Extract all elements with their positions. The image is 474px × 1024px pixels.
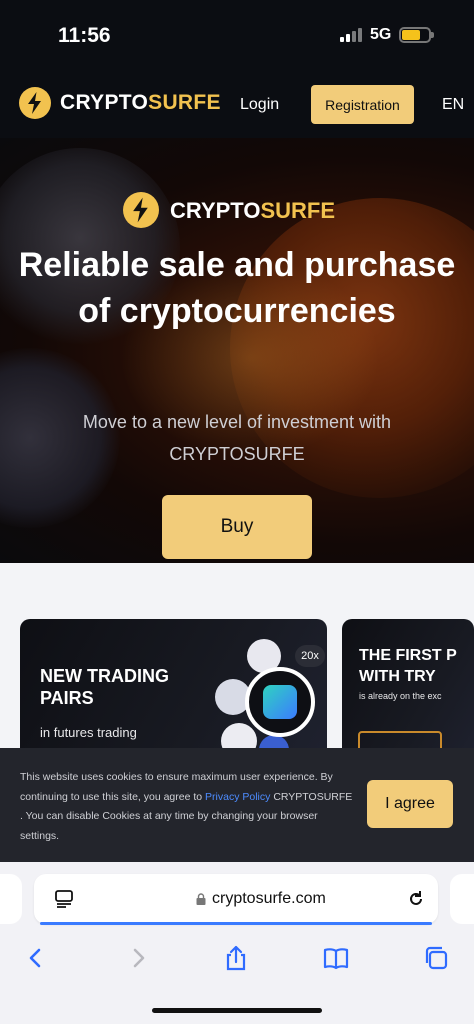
brand-part2: SURFE xyxy=(148,91,221,114)
hero-title: Reliable sale and purchase of cryptocurr… xyxy=(18,246,456,330)
leverage-badge: 20x xyxy=(295,645,325,667)
battery-icon xyxy=(399,27,434,43)
browser-toolbar: cryptosurfe.com xyxy=(0,862,474,1024)
status-bar: 11:56 5G xyxy=(0,0,474,70)
featured-token-icon xyxy=(245,667,315,737)
signal-icon xyxy=(340,28,362,42)
buy-button[interactable]: Buy xyxy=(162,495,312,559)
promo-subtitle: is already on the exc xyxy=(359,691,442,701)
registration-button[interactable]: Registration xyxy=(311,85,414,124)
brand-logo-text[interactable]: CRYPTOSURFE xyxy=(60,91,221,115)
cookie-banner: This website uses cookies to ensure maxi… xyxy=(0,748,474,862)
logo-icon[interactable] xyxy=(19,87,51,119)
lock-icon xyxy=(196,893,206,905)
share-icon[interactable] xyxy=(222,944,250,972)
tabs-icon[interactable] xyxy=(422,944,450,972)
forward-icon[interactable] xyxy=(124,944,152,972)
promo-title: NEW TRADING PAIRS xyxy=(40,666,169,708)
promo-title: THE FIRST P WITH TRY xyxy=(359,647,457,685)
previous-tab-peek[interactable] xyxy=(0,874,22,924)
agree-button[interactable]: I agree xyxy=(367,780,453,828)
home-indicator xyxy=(152,1008,322,1013)
address-bar[interactable]: cryptosurfe.com xyxy=(34,874,438,924)
promo-subtitle: in futures trading xyxy=(40,725,137,740)
language-selector[interactable]: EN xyxy=(442,96,464,114)
reader-mode-icon[interactable] xyxy=(54,889,74,909)
bookmarks-icon[interactable] xyxy=(322,944,350,972)
reload-icon[interactable] xyxy=(406,889,426,909)
hero-subtitle: Move to a new level of investment with C… xyxy=(82,412,392,464)
status-time: 11:56 xyxy=(58,24,111,47)
cookie-text: This website uses cookies to ensure maxi… xyxy=(20,768,358,846)
hero-logo-icon xyxy=(123,192,159,228)
hero-brand-part2: SURFE xyxy=(260,198,336,223)
network-label: 5G xyxy=(370,26,392,43)
login-link[interactable]: Login xyxy=(240,96,279,114)
hero-brand-text: CRYPTOSURFE xyxy=(170,198,335,224)
brand-part1: CRYPTO xyxy=(60,91,149,114)
page-load-line xyxy=(40,922,432,925)
next-tab-peek[interactable] xyxy=(450,874,474,924)
privacy-policy-link[interactable]: Privacy Policy xyxy=(205,791,270,803)
hero-brand-part1: CRYPTO xyxy=(170,198,261,223)
hero-section: CRYPTOSURFE Reliable sale and purchase o… xyxy=(0,138,474,563)
url-text[interactable]: cryptosurfe.com xyxy=(212,890,326,908)
back-icon[interactable] xyxy=(22,944,50,972)
top-nav: CRYPTOSURFE Login Registration EN xyxy=(0,70,474,138)
